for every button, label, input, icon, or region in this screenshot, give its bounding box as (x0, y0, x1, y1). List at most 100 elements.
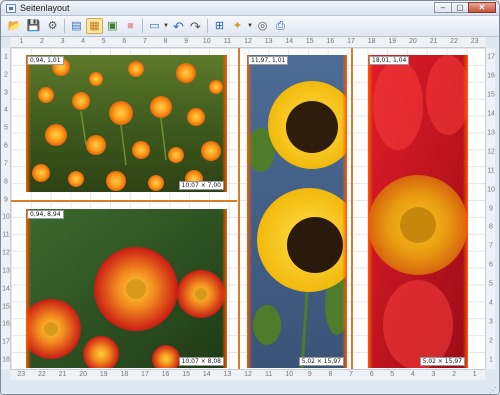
print-icon: ⎙ (276, 19, 285, 32)
ruler-number: 22 (38, 371, 46, 378)
window-title: Seitenlayout (20, 3, 70, 13)
ruler-number: 14 (487, 110, 495, 118)
grid-layout-button[interactable]: ▦ (86, 18, 103, 34)
ruler-number: 15 (2, 303, 10, 311)
photo-position-label: 11,97, 1,01 (248, 56, 289, 65)
effects-chevron-down-icon[interactable]: ▼ (247, 23, 253, 29)
ruler-number: 13 (223, 371, 232, 378)
ruler-top: 1 2 3 4 5 6 7 8 9 10 11 12 13 14 15 16 17 18 19 20 21 22 23 (11, 37, 485, 48)
ruler-number: 14 (2, 285, 10, 293)
toolbar: 📂 💾 ⚙ ▤ ▦ ▣ ■ ▭ ▼ ↶ ↷ ⊞ ✦ ▼ ◎ ⎙ (1, 16, 499, 37)
ruler-number: 16 (161, 371, 170, 378)
ruler-left: 1 2 3 4 5 6 7 8 9 10 11 12 13 14 15 16 17 18 (1, 48, 11, 369)
page-view-icon: ⊞ (214, 19, 225, 32)
cut-line (11, 200, 237, 202)
close-button[interactable]: ✕ (468, 2, 496, 13)
color-block-button[interactable]: ■ (122, 18, 139, 34)
crop-edge-right (222, 209, 227, 368)
toolbar-separator (64, 19, 65, 33)
crop-edge-left (26, 55, 31, 192)
ruler-number: 18 (367, 38, 376, 45)
ruler-bottom: 23 22 21 20 19 18 17 16 15 14 13 12 11 10 9 8 7 6 5 4 3 2 1 (11, 369, 485, 380)
image-options-chevron-down-icon[interactable]: ▼ (163, 23, 169, 29)
photo-size-label: 5,02 × 15,97 (298, 357, 344, 366)
grid-layout-icon: ▦ (89, 19, 100, 32)
help-button[interactable]: ◎ (254, 18, 271, 34)
ruler-number: 9 (184, 38, 189, 45)
image-options-icon: ▭ (149, 19, 160, 32)
crop-edge-left (26, 209, 31, 368)
ruler-number: 6 (122, 38, 127, 45)
page-view-button[interactable]: ⊞ (211, 18, 228, 34)
maximize-button[interactable]: ▢ (451, 2, 469, 13)
insert-image-button[interactable]: ▣ (104, 18, 121, 34)
ruler-number: 21 (58, 371, 67, 378)
open-button[interactable]: 📂 (6, 18, 23, 34)
photo-sunflowers[interactable]: 11,97, 1,01 5,02 × 15,97 (247, 55, 347, 368)
ruler-number: 2 (452, 371, 457, 378)
ruler-number: 10 (2, 213, 10, 221)
ruler-number: 1 (472, 371, 477, 378)
ruler-number: 15 (182, 371, 191, 378)
ruler-number: 18 (120, 371, 129, 378)
ruler-number: 17 (347, 38, 355, 45)
ruler-number: 6 (4, 142, 8, 150)
ruler-number: 9 (307, 371, 312, 378)
ruler-number: 1 (489, 356, 493, 364)
photo-position-label: 0,94, 1,01 (27, 56, 64, 65)
page-setup-icon: ▤ (71, 19, 82, 32)
crop-edge-right (342, 55, 347, 368)
page-setup-button[interactable]: ▤ (68, 18, 85, 34)
crop-edge-left (247, 55, 252, 368)
ruler-number: 7 (4, 160, 8, 168)
crop-edge-right (222, 55, 227, 192)
ruler-number: 19 (99, 371, 108, 378)
ruler-number: 9 (489, 205, 493, 212)
photo-position-label: 0,94, 8,94 (27, 210, 64, 219)
ruler-number: 7 (489, 242, 493, 250)
save-button[interactable]: 💾 (25, 18, 42, 34)
ruler-number: 6 (489, 261, 493, 269)
ruler-number: 15 (305, 38, 314, 45)
ruler-number: 4 (410, 371, 415, 378)
ruler-number: 12 (244, 38, 252, 45)
image-options-button[interactable]: ▭ (146, 18, 163, 34)
ruler-number: 20 (408, 38, 417, 45)
ruler-number: 23 (17, 371, 26, 378)
effects-icon: ✦ (232, 19, 243, 32)
ruler-number: 2 (39, 38, 44, 45)
effects-button[interactable]: ✦ (229, 18, 246, 34)
ruler-number: 11 (487, 167, 495, 175)
ruler-number: 11 (264, 371, 273, 378)
ruler-number: 12 (487, 148, 495, 156)
ruler-number: 2 (489, 337, 493, 345)
ruler-number: 17 (2, 338, 10, 346)
photo-size-label: 10,07 × 8,08 (178, 357, 224, 366)
ruler-number: 18 (2, 356, 10, 364)
ruler-number: 4 (81, 38, 86, 45)
photo-marigolds[interactable]: 0,94, 1,01 10,07 × 7,00 (26, 55, 227, 192)
ruler-number: 19 (388, 38, 397, 45)
ruler-number: 5 (489, 280, 493, 288)
ruler-number: 3 (489, 318, 493, 326)
redo-button[interactable]: ↷ (187, 18, 204, 34)
help-icon: ◎ (257, 19, 268, 32)
undo-button[interactable]: ↶ (170, 18, 187, 34)
ruler-number: 1 (4, 53, 8, 61)
photo-red-flower[interactable]: 0,94, 8,94 10,07 × 8,08 (26, 209, 227, 368)
photo-dahlia[interactable]: 18,01, 1,04 5,02 × 15,97 (368, 55, 468, 368)
title-bar: Seitenlayout – ▢ ✕ (1, 1, 499, 16)
cut-line (238, 48, 240, 369)
ruler-number: 6 (369, 371, 374, 378)
ruler-number: 10 (202, 38, 211, 45)
print-button[interactable]: ⎙ (272, 18, 289, 34)
print-settings-button[interactable]: ⚙ (44, 18, 61, 34)
minimize-button[interactable]: – (434, 2, 452, 13)
ruler-number: 3 (60, 38, 65, 45)
save-icon: 💾 (26, 19, 41, 32)
sunflowers-image (247, 55, 347, 368)
resize-grip-icon[interactable]: ⋰ (489, 386, 497, 394)
crop-edge-left (368, 55, 373, 368)
layout-canvas[interactable]: 0,94, 1,01 10,07 × 7,00 0,94, 8,94 10,07… (11, 48, 485, 369)
ruler-number: 13 (264, 38, 273, 45)
